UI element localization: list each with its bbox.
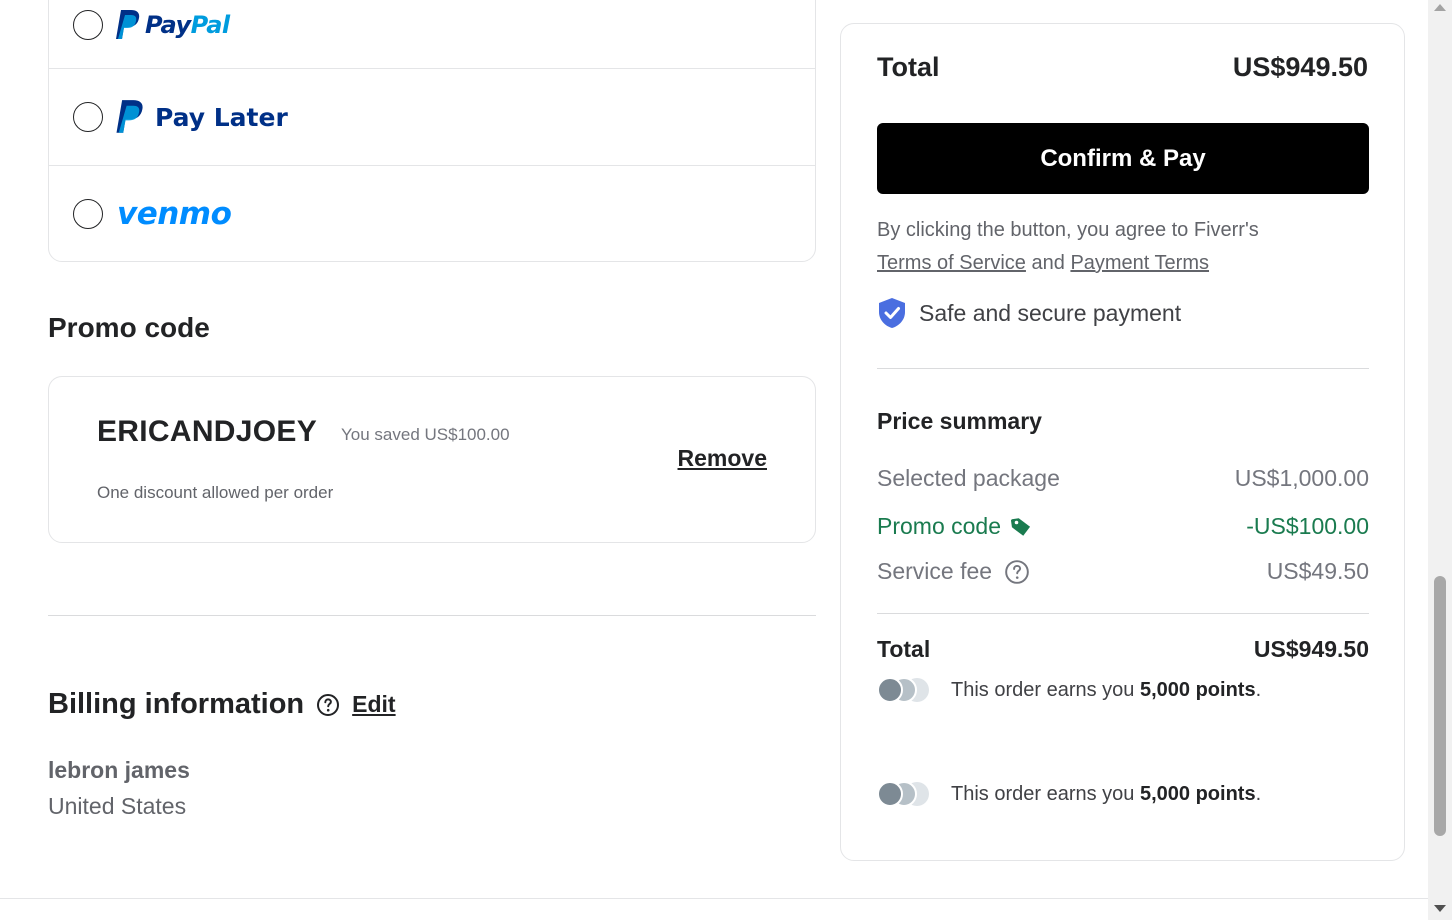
billing-title: Billing information	[48, 688, 305, 720]
payment-option-paylater[interactable]: Pay Later	[49, 68, 815, 165]
points-amount: 5,000 points	[1139, 782, 1256, 805]
secure-payment-row: Safe and secure payment	[877, 297, 1181, 329]
payment-option-venmo[interactable]: venmo	[49, 165, 815, 262]
billing-name: lebron james	[48, 757, 190, 783]
payment-terms-link[interactable]: Payment Terms	[1070, 252, 1209, 274]
points-text: This order earns you 5,000 points.	[951, 783, 1261, 806]
promo-card: ERICANDJOEY You saved US$100.00 One disc…	[48, 376, 816, 543]
promo-code-value: ERICANDJOEY	[97, 415, 318, 448]
price-row-service-fee: Service fee US$49.50	[877, 558, 1369, 585]
payment-methods-card: PayPal Pay Later venmo	[48, 0, 816, 262]
loyalty-points-icon	[877, 781, 933, 807]
terms-of-service-link[interactable]: Terms of Service	[877, 252, 1026, 274]
secure-payment-text: Safe and secure payment	[919, 299, 1182, 326]
loyalty-points-icon	[877, 677, 933, 703]
venmo-label: venmo	[117, 196, 232, 232]
price-row-value: US$49.50	[1266, 558, 1369, 584]
edit-billing-link[interactable]: Edit	[352, 691, 395, 718]
agree-and: and	[1031, 252, 1065, 274]
section-divider	[48, 615, 816, 616]
footer-divider	[0, 898, 1428, 899]
points-text: This order earns you 5,000 points.	[951, 679, 1261, 702]
billing-header: Billing information Edit	[48, 688, 396, 721]
points-suffix: .	[1255, 678, 1262, 701]
promo-note: One discount allowed per order	[97, 483, 334, 502]
paypal-logo-text-pal: Pal	[190, 10, 230, 39]
paypal-logo: PayPal	[115, 9, 230, 41]
price-row-label: Service fee	[877, 558, 993, 584]
terms-agreement: By clicking the button, you agree to Fiv…	[877, 214, 1369, 280]
help-circle-icon[interactable]	[316, 693, 340, 717]
paylater-label: Pay Later	[155, 102, 288, 132]
price-summary-title: Price summary	[877, 408, 1042, 434]
paypal-icon	[116, 100, 143, 133]
points-row: This order earns you 5,000 points.	[877, 781, 1261, 807]
order-summary-card: Total US$949.50 Confirm & Pay By clickin…	[840, 23, 1405, 861]
paylater-logo: Pay Later	[115, 99, 288, 135]
points-suffix: .	[1255, 782, 1262, 805]
final-total-label: Total	[877, 636, 931, 662]
final-total-value: US$949.50	[1253, 636, 1369, 662]
price-row-package: Selected package US$1,000.00	[877, 465, 1369, 492]
tag-icon	[1009, 515, 1033, 539]
points-prefix: This order earns you	[951, 678, 1135, 701]
price-row-value: -US$100.00	[1246, 513, 1369, 539]
scrollbar-thumb[interactable]	[1434, 576, 1446, 836]
summary-divider	[877, 613, 1369, 614]
price-row-label: Promo code	[877, 513, 1002, 539]
agree-prefix: By clicking the button, you agree to Fiv…	[877, 219, 1259, 241]
page-scrollbar[interactable]	[1428, 0, 1452, 920]
scroll-up-arrow-icon[interactable]	[1434, 4, 1446, 11]
promo-saved-text: You saved US$100.00	[341, 425, 510, 444]
price-row-value: US$1,000.00	[1234, 465, 1369, 491]
venmo-radio[interactable]	[73, 199, 103, 229]
price-row-label: Selected package	[877, 465, 1060, 491]
help-circle-icon[interactable]	[1004, 559, 1030, 585]
points-amount: 5,000 points	[1139, 678, 1256, 701]
summary-total-value: US$949.50	[1232, 52, 1368, 82]
paylater-radio[interactable]	[73, 102, 103, 132]
confirm-pay-button[interactable]: Confirm & Pay	[877, 123, 1369, 194]
shield-check-icon	[879, 298, 905, 328]
paypal-radio[interactable]	[73, 9, 103, 40]
scroll-down-arrow-icon[interactable]	[1434, 905, 1446, 912]
paypal-icon	[116, 9, 140, 39]
price-row-promo: Promo code -US$100.00	[877, 513, 1369, 540]
billing-country: United States	[48, 793, 187, 819]
points-prefix: This order earns you	[951, 782, 1135, 805]
points-row: This order earns you 5,000 points.	[877, 677, 1261, 703]
summary-total-label: Total	[877, 52, 940, 82]
venmo-logo: venmo	[115, 196, 232, 232]
summary-divider	[877, 368, 1369, 369]
final-total-row: Total US$949.50	[877, 636, 1369, 663]
payment-option-paypal[interactable]: PayPal	[49, 0, 815, 73]
summary-total-row: Total US$949.50	[877, 52, 1368, 83]
paypal-logo-text-pay: Pay	[145, 10, 191, 39]
checkout-page: PayPal Pay Later venmo Promo code ERICAN…	[0, 0, 1452, 920]
promo-section-title: Promo code	[48, 312, 210, 343]
remove-promo-link[interactable]: Remove	[678, 445, 767, 472]
